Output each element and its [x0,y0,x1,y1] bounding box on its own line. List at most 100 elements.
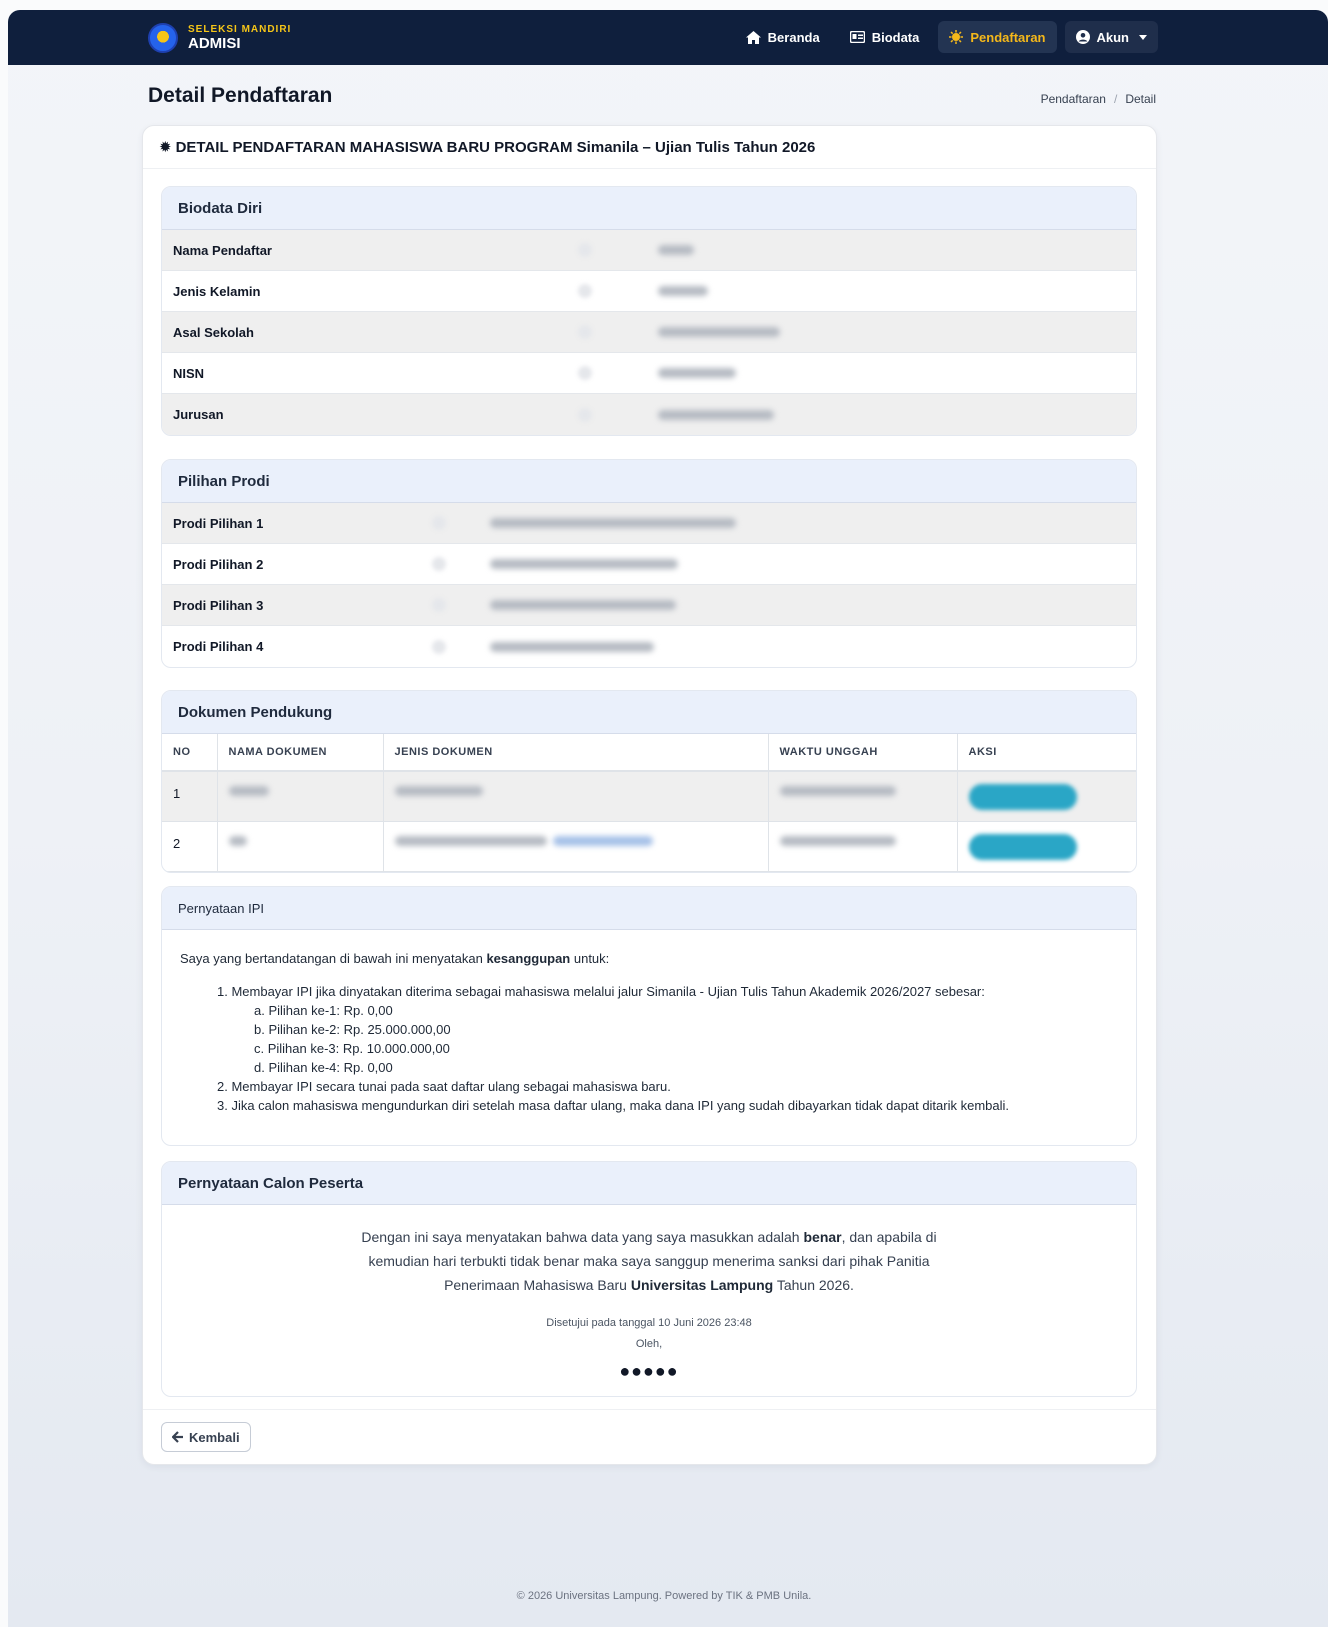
redacted-value [658,286,708,296]
prodi-section: Pilihan Prodi Prodi Pilihan 1 Prodi Pili… [161,459,1137,668]
sub-list: a. Pilihan ke-1: Rp. 0,00 b. Pilihan ke-… [217,1001,1118,1077]
page-footer: © 2026 Universitas Lampung. Powered by T… [516,1590,812,1602]
redacted-value [779,835,896,846]
text-segment: untuk: [570,951,610,966]
nav-label: Pendaftaran [970,29,1046,45]
list-item: a. Pilihan ke-1: Rp. 0,00 [254,1003,393,1018]
redacted-value [394,786,483,796]
redacted-value [490,641,654,652]
view-document-button[interactable] [968,833,1077,860]
upload-time-cell [768,771,958,822]
home-icon [745,30,761,44]
redacted-value [658,409,774,420]
field-label: Prodi Pilihan 3 [173,597,264,613]
list-item: 1. Membayar IPI jika dinyatakan diterima… [217,984,985,999]
nav-item-beranda[interactable]: Beranda [735,21,831,53]
nav-label: Akun [1096,29,1130,45]
section-title: Pilihan Prodi [162,460,1136,503]
column-header: AKSI [957,734,1136,772]
nav-item-biodata[interactable]: Biodata [839,21,931,53]
view-document-button[interactable] [968,784,1077,810]
section-title: Dokumen Pendukung [162,691,1136,734]
table-row: 1 [162,771,1136,822]
field-label: Prodi Pilihan 4 [173,639,264,654]
list-item: d. Pilihan ke-4: Rp. 0,00 [254,1060,393,1075]
text-bold: benar [803,1229,842,1245]
field-label: Prodi Pilihan 2 [173,556,264,572]
text-segment: Saya yang bertandatangan di bawah ini me… [180,951,487,966]
brand[interactable]: SELEKSI MANDIRI ADMISI [148,22,291,54]
table-row: NISN [162,353,1136,394]
ipi-intro: Saya yang bertandatangan di bawah ini me… [180,949,1118,968]
page-title: Detail Pendaftaran [148,84,333,107]
colon-separator [578,366,592,380]
breadcrumb-link-pendaftaran[interactable]: Pendaftaran [1041,92,1106,106]
action-cell [957,821,1136,872]
section-title: Biodata Diri [162,187,1136,230]
nav-label: Beranda [767,29,820,45]
back-button[interactable]: Kembali [161,1422,251,1452]
list-item: 3. Jika calon mahasiswa mengundurkan dir… [217,1098,1010,1113]
redacted-link[interactable] [552,835,653,846]
approval-by: Oleh, [635,1338,663,1350]
registration-detail-card: ✹ DETAIL PENDAFTARAN MAHASISWA BARU PROG… [142,125,1157,1465]
masked-signature: ●●●●● [619,1361,679,1381]
candidate-statement-section: Pernyataan Calon Peserta Dengan ini saya… [161,1161,1137,1397]
field-label: Jenis Kelamin [173,283,261,299]
redacted-value [658,327,780,337]
nav-item-akun-dropdown[interactable]: Akun [1064,21,1158,53]
column-header: JENIS DOKUMEN [383,734,769,772]
redacted-value [228,786,269,796]
list-item: c. Pilihan ke-3: Rp. 10.000.000,00 [254,1041,450,1056]
redacted-value [490,559,678,569]
sun-burst-icon: ✹ [159,139,172,156]
id-card-icon [849,31,865,43]
nav-item-pendaftaran[interactable]: Pendaftaran [938,21,1057,53]
nav-menu: Beranda Biodata Pendaftaran Akun [735,21,1158,53]
list-item: 2. Membayar IPI secara tunai pada saat d… [217,1079,671,1094]
approval-date: Disetujui pada tanggal 10 Juni 2026 23:4… [546,1317,752,1329]
table-row: Jenis Kelamin [162,271,1136,312]
colon-separator [578,325,592,339]
redacted-value [658,368,736,378]
field-label: Prodi Pilihan 1 [173,515,264,531]
field-label: NISN [173,365,205,381]
redacted-value [779,786,896,796]
table-row: Prodi Pilihan 2 [162,544,1136,585]
university-logo [148,23,178,53]
list-item: b. Pilihan ke-2: Rp. 25.000.000,00 [254,1022,451,1037]
field-label: Asal Sekolah [173,324,254,340]
text-segment: Tahun 2026. [773,1277,854,1293]
user-circle-icon [1075,30,1090,44]
colon-separator [432,557,446,571]
brand-subtitle: SELEKSI MANDIRI [188,24,292,35]
statement-body: Dengan ini saya menyatakan bahwa data ya… [162,1205,1136,1382]
section-title: Pernyataan IPI [162,887,1136,930]
redacted-value [394,835,547,846]
colon-separator [578,243,592,257]
table-row: Prodi Pilihan 1 [162,503,1136,544]
table-row: 2 [162,821,1136,872]
colon-separator [432,516,446,530]
biodata-section: Biodata Diri Nama Pendaftar Jenis Kelami… [161,186,1137,436]
document-name-cell [217,821,384,872]
table-row: Nama Pendaftar [162,230,1136,271]
table-row: Prodi Pilihan 3 [162,585,1136,626]
breadcrumb-separator: / [1113,92,1118,106]
sun-burst-icon [949,30,964,44]
colon-separator [432,639,446,654]
breadcrumb-current: Detail [1125,92,1156,106]
documents-table: NO NAMA DOKUMEN JENIS DOKUMEN WAKTU UNGG… [162,734,1136,872]
section-title: Pernyataan Calon Peserta [162,1162,1136,1205]
table-row: Prodi Pilihan 4 [162,626,1136,667]
approval-info: Disetujui pada tanggal 10 Juni 2026 23:4… [162,1313,1136,1355]
row-number: 2 [162,821,218,872]
app-window: SELEKSI MANDIRI ADMISI Beranda Biodata P… [8,10,1328,1627]
card-heading-text: DETAIL PENDAFTARAN MAHASISWA BARU PROGRA… [175,138,816,156]
document-type-cell [383,821,769,872]
back-label: Kembali [189,1429,240,1445]
text-segment: Dengan ini saya menyatakan bahwa data ya… [361,1229,804,1245]
text-bold: Universitas Lampung [630,1277,774,1293]
chevron-down-icon [1139,34,1147,40]
column-header: NO [162,734,218,772]
